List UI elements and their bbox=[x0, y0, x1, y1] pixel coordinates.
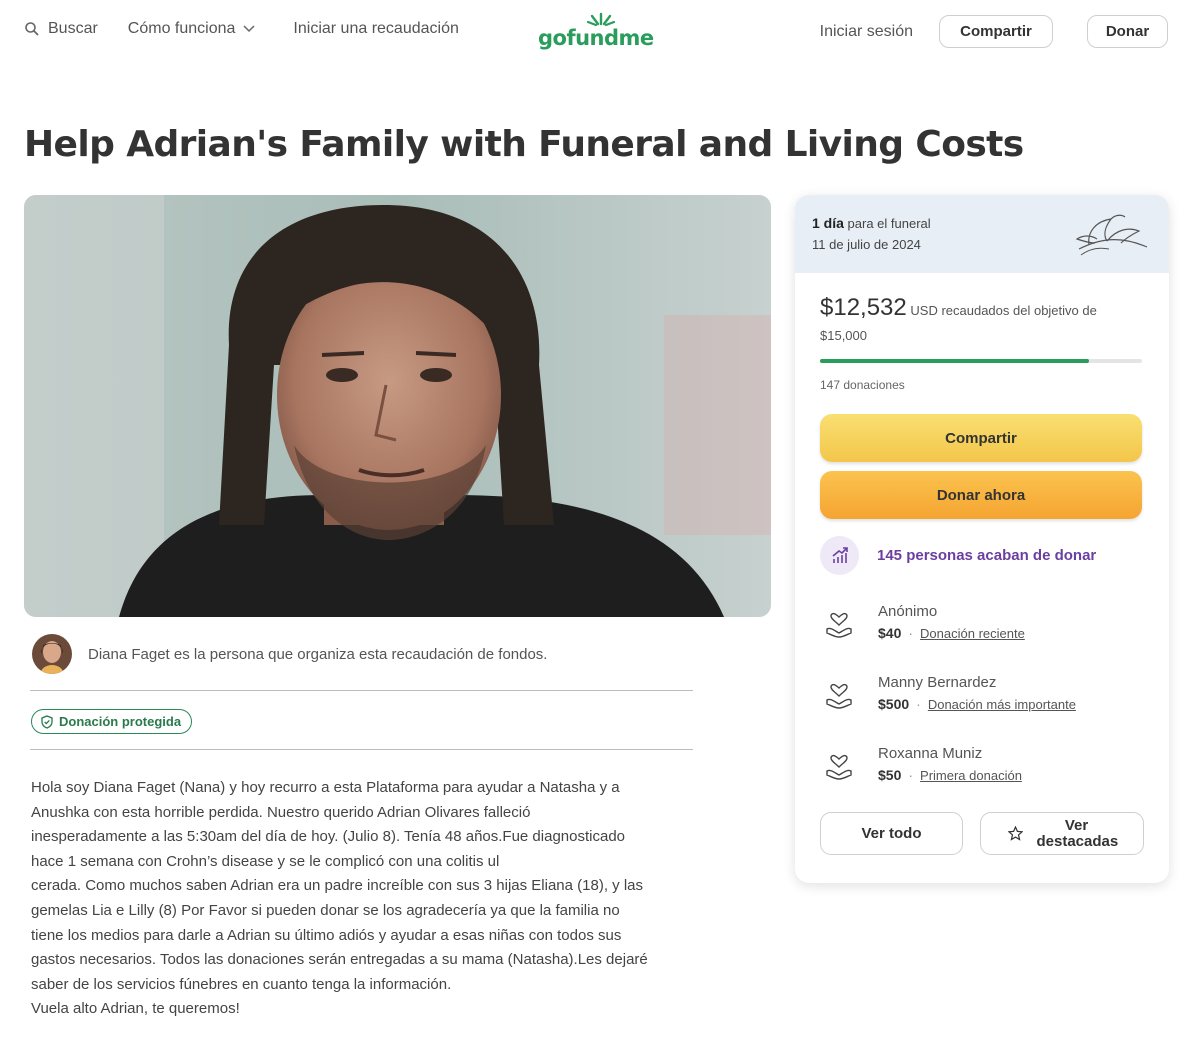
donor-info: $50 · Primera donación bbox=[878, 767, 1022, 783]
donor-tag-link[interactable]: Donación más importante bbox=[928, 697, 1076, 712]
story-line: tiene los medios para darle a Adrian su … bbox=[31, 926, 622, 944]
funeral-countdown: 1 día para el funeral 11 de julio de 202… bbox=[795, 195, 1169, 273]
how-it-works-menu[interactable]: Cómo funciona bbox=[128, 20, 264, 38]
separator-dot: · bbox=[908, 767, 914, 783]
story-line: Hola soy Diana Faget (Nana) y hoy recurr… bbox=[31, 779, 620, 796]
page-title: Help Adrian's Family with Funeral and Li… bbox=[24, 124, 1024, 165]
story-line: saber de los servicios fúnebres en cuant… bbox=[31, 975, 452, 993]
donor-tag-link[interactable]: Donación reciente bbox=[920, 626, 1025, 641]
logo-rays-icon bbox=[586, 12, 616, 26]
organizer-avatar[interactable] bbox=[32, 634, 72, 674]
donate-now-button[interactable]: Donar ahora bbox=[820, 471, 1142, 519]
heart-hands-icon bbox=[820, 748, 858, 786]
donor-item: Manny Bernardez $500 · Donación más import… bbox=[820, 674, 1076, 715]
story-line: Anushka con esta horrible perdida. Nuest… bbox=[31, 803, 531, 821]
donor-info: $40 · Donación reciente bbox=[878, 625, 1025, 641]
divider bbox=[30, 749, 693, 750]
donor-details: Roxanna Muniz $50 · Primera donación bbox=[878, 745, 1022, 786]
goal-amount: $15,000 bbox=[820, 328, 867, 343]
organizer-text: Diana Faget es la persona que organiza e… bbox=[88, 645, 548, 663]
heart-hands-icon bbox=[820, 677, 858, 715]
donor-details: Manny Bernardez $500 · Donación más import… bbox=[878, 674, 1076, 715]
gofundme-logo[interactable]: gofundme bbox=[538, 12, 654, 52]
story-line: Vuela alto Adrian, te queremos! bbox=[31, 1000, 240, 1018]
protected-donation-badge[interactable]: Donación protegida bbox=[31, 709, 193, 734]
header-donate-button[interactable]: Donar bbox=[1087, 15, 1168, 48]
separator-dot: · bbox=[916, 696, 921, 712]
separator-dot: · bbox=[908, 625, 914, 641]
donor-details: Anónimo $40 · Donación reciente bbox=[878, 603, 1025, 644]
donor-actions: Ver todo Ver destacadas bbox=[820, 812, 1144, 855]
nav-left: Buscar Cómo funciona Iniciar una recauda… bbox=[24, 20, 489, 38]
see-featured-line2: destacadas bbox=[1036, 832, 1119, 850]
share-button[interactable]: Compartir bbox=[820, 414, 1142, 462]
amount-raised: $12,532 USD recaudados del objetivo de bbox=[820, 294, 1140, 322]
days-value: 1 día bbox=[812, 215, 844, 231]
campaign-photo[interactable] bbox=[24, 195, 771, 617]
organizer-row: Diana Faget es la persona que organiza e… bbox=[32, 634, 547, 674]
donor-tag-link[interactable]: Primera donación bbox=[920, 768, 1022, 783]
logo-text: gofundme bbox=[538, 26, 654, 50]
donor-info: $500 · Donación más importante bbox=[878, 696, 1076, 712]
progress-fill bbox=[820, 359, 1090, 363]
donation-count: 147 donaciones bbox=[820, 378, 905, 392]
donor-amount: $50 bbox=[878, 767, 902, 783]
shield-icon bbox=[41, 714, 53, 729]
avatar-image bbox=[32, 634, 72, 674]
donor-name: Manny Bernardez bbox=[878, 674, 997, 691]
divider bbox=[30, 690, 693, 691]
protected-donation-label: Donación protegida bbox=[59, 714, 182, 729]
raised-amount: $12,532 bbox=[820, 294, 907, 321]
story-line: gemelas Lia e Lilly (8) Por Favor si pue… bbox=[31, 901, 620, 919]
how-it-works-label: Cómo funciona bbox=[127, 20, 236, 37]
see-featured-label: Ver destacadas bbox=[1036, 816, 1119, 850]
chevron-down-icon bbox=[243, 25, 255, 33]
donor-name: Anónimo bbox=[878, 603, 938, 620]
heart-hands-icon bbox=[820, 606, 858, 644]
search-link[interactable]: Buscar bbox=[24, 20, 98, 38]
star-icon bbox=[1007, 826, 1023, 841]
start-fundraiser-link[interactable]: Iniciar una recaudación bbox=[293, 20, 458, 38]
header-share-button[interactable]: Compartir bbox=[939, 15, 1053, 48]
login-link[interactable]: Iniciar sesión bbox=[820, 23, 913, 41]
trending-up-icon bbox=[820, 536, 859, 575]
flower-icon bbox=[1075, 214, 1148, 256]
donor-amount: $40 bbox=[878, 625, 902, 641]
campaign-photo-graphic bbox=[24, 195, 771, 617]
days-suffix: para el funeral bbox=[847, 216, 931, 231]
search-label: Buscar bbox=[48, 20, 98, 37]
top-navigation: Buscar Cómo funciona Iniciar una recauda… bbox=[0, 0, 1200, 64]
see-all-button[interactable]: Ver todo bbox=[820, 812, 963, 855]
days-remaining: 1 día para el funeral bbox=[812, 215, 931, 231]
nav-right: Iniciar sesión Compartir Donar bbox=[820, 15, 1168, 48]
donor-item: Anónimo $40 · Donación reciente bbox=[820, 603, 1025, 644]
progress-bar bbox=[820, 359, 1142, 363]
donor-name: Roxanna Muniz bbox=[878, 745, 983, 762]
raised-text: USD recaudados del objetivo de bbox=[910, 303, 1097, 318]
donor-amount: $500 bbox=[878, 696, 910, 712]
search-icon bbox=[25, 22, 39, 36]
story-line: gastos necesarios. Todos las donaciones … bbox=[31, 951, 648, 969]
funeral-date: 11 de julio de 2024 bbox=[812, 237, 921, 252]
donor-item: Roxanna Muniz $50 · Primera donación bbox=[820, 745, 1022, 786]
story-line: hace 1 semana con Crohn’s disease y se l… bbox=[31, 852, 500, 870]
recent-donations-text: 145 personas acaban de donar bbox=[877, 547, 1097, 564]
story-line: inesperadamente a las 5:30am del día de … bbox=[31, 828, 626, 846]
donation-card: 1 día para el funeral 11 de julio de 202… bbox=[795, 195, 1169, 883]
see-featured-button[interactable]: Ver destacadas bbox=[980, 812, 1144, 855]
see-featured-line1: Ver bbox=[1064, 816, 1089, 834]
campaign-story: Hola soy Diana Faget (Nana) y hoy recurr… bbox=[31, 776, 711, 1022]
story-line: cerada. Como muchos saben Adrian era un … bbox=[31, 877, 644, 895]
start-fundraiser-label: Iniciar una recaudación bbox=[293, 20, 459, 37]
recent-donations-banner: 145 personas acaban de donar bbox=[820, 536, 1096, 575]
